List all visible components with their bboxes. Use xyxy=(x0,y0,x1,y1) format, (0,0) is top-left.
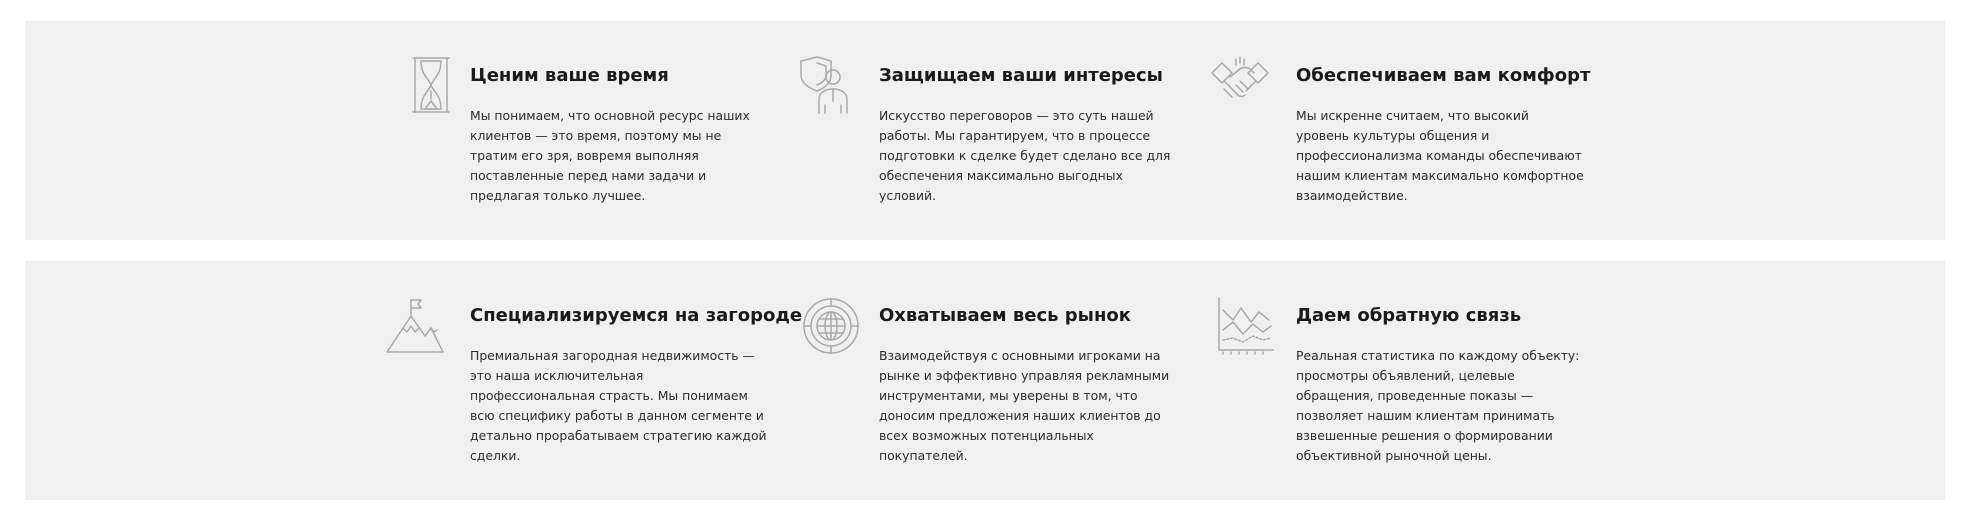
feature-description: Реальная статистика по каждому объекту: … xyxy=(1296,348,1580,463)
feature-title: Защищаем ваши интересы xyxy=(879,65,1163,86)
hourglass-icon xyxy=(401,55,461,115)
handshake-icon xyxy=(1210,55,1270,115)
mountain-flag-icon xyxy=(385,298,445,358)
shield-person-icon xyxy=(795,55,855,115)
feature-title: Охватываем весь рынок xyxy=(879,305,1131,326)
feature-title: Обеспечиваем вам комфорт xyxy=(1296,65,1591,86)
feature-title: Специализируемся на загороде xyxy=(470,305,803,326)
features-page: Ценим ваше время Мы понимаем, что основн… xyxy=(0,0,1970,521)
feature-title: Даем обратную связь xyxy=(1296,305,1522,326)
feature-description: Премиальная загородная недвижимость — эт… xyxy=(470,348,767,463)
feature-title: Ценим ваше время xyxy=(470,65,669,86)
feature-description: Искусство переговоров — это суть нашей р… xyxy=(879,108,1171,203)
line-chart-icon xyxy=(1215,296,1275,356)
feature-description: Мы понимаем, что основной ресурс наших к… xyxy=(470,108,750,203)
feature-description: Взаимодействуя с основными игроками на р… xyxy=(879,348,1170,463)
feature-description: Мы искренне считаем, что высокий уровень… xyxy=(1296,108,1584,203)
globe-icon xyxy=(801,296,861,356)
